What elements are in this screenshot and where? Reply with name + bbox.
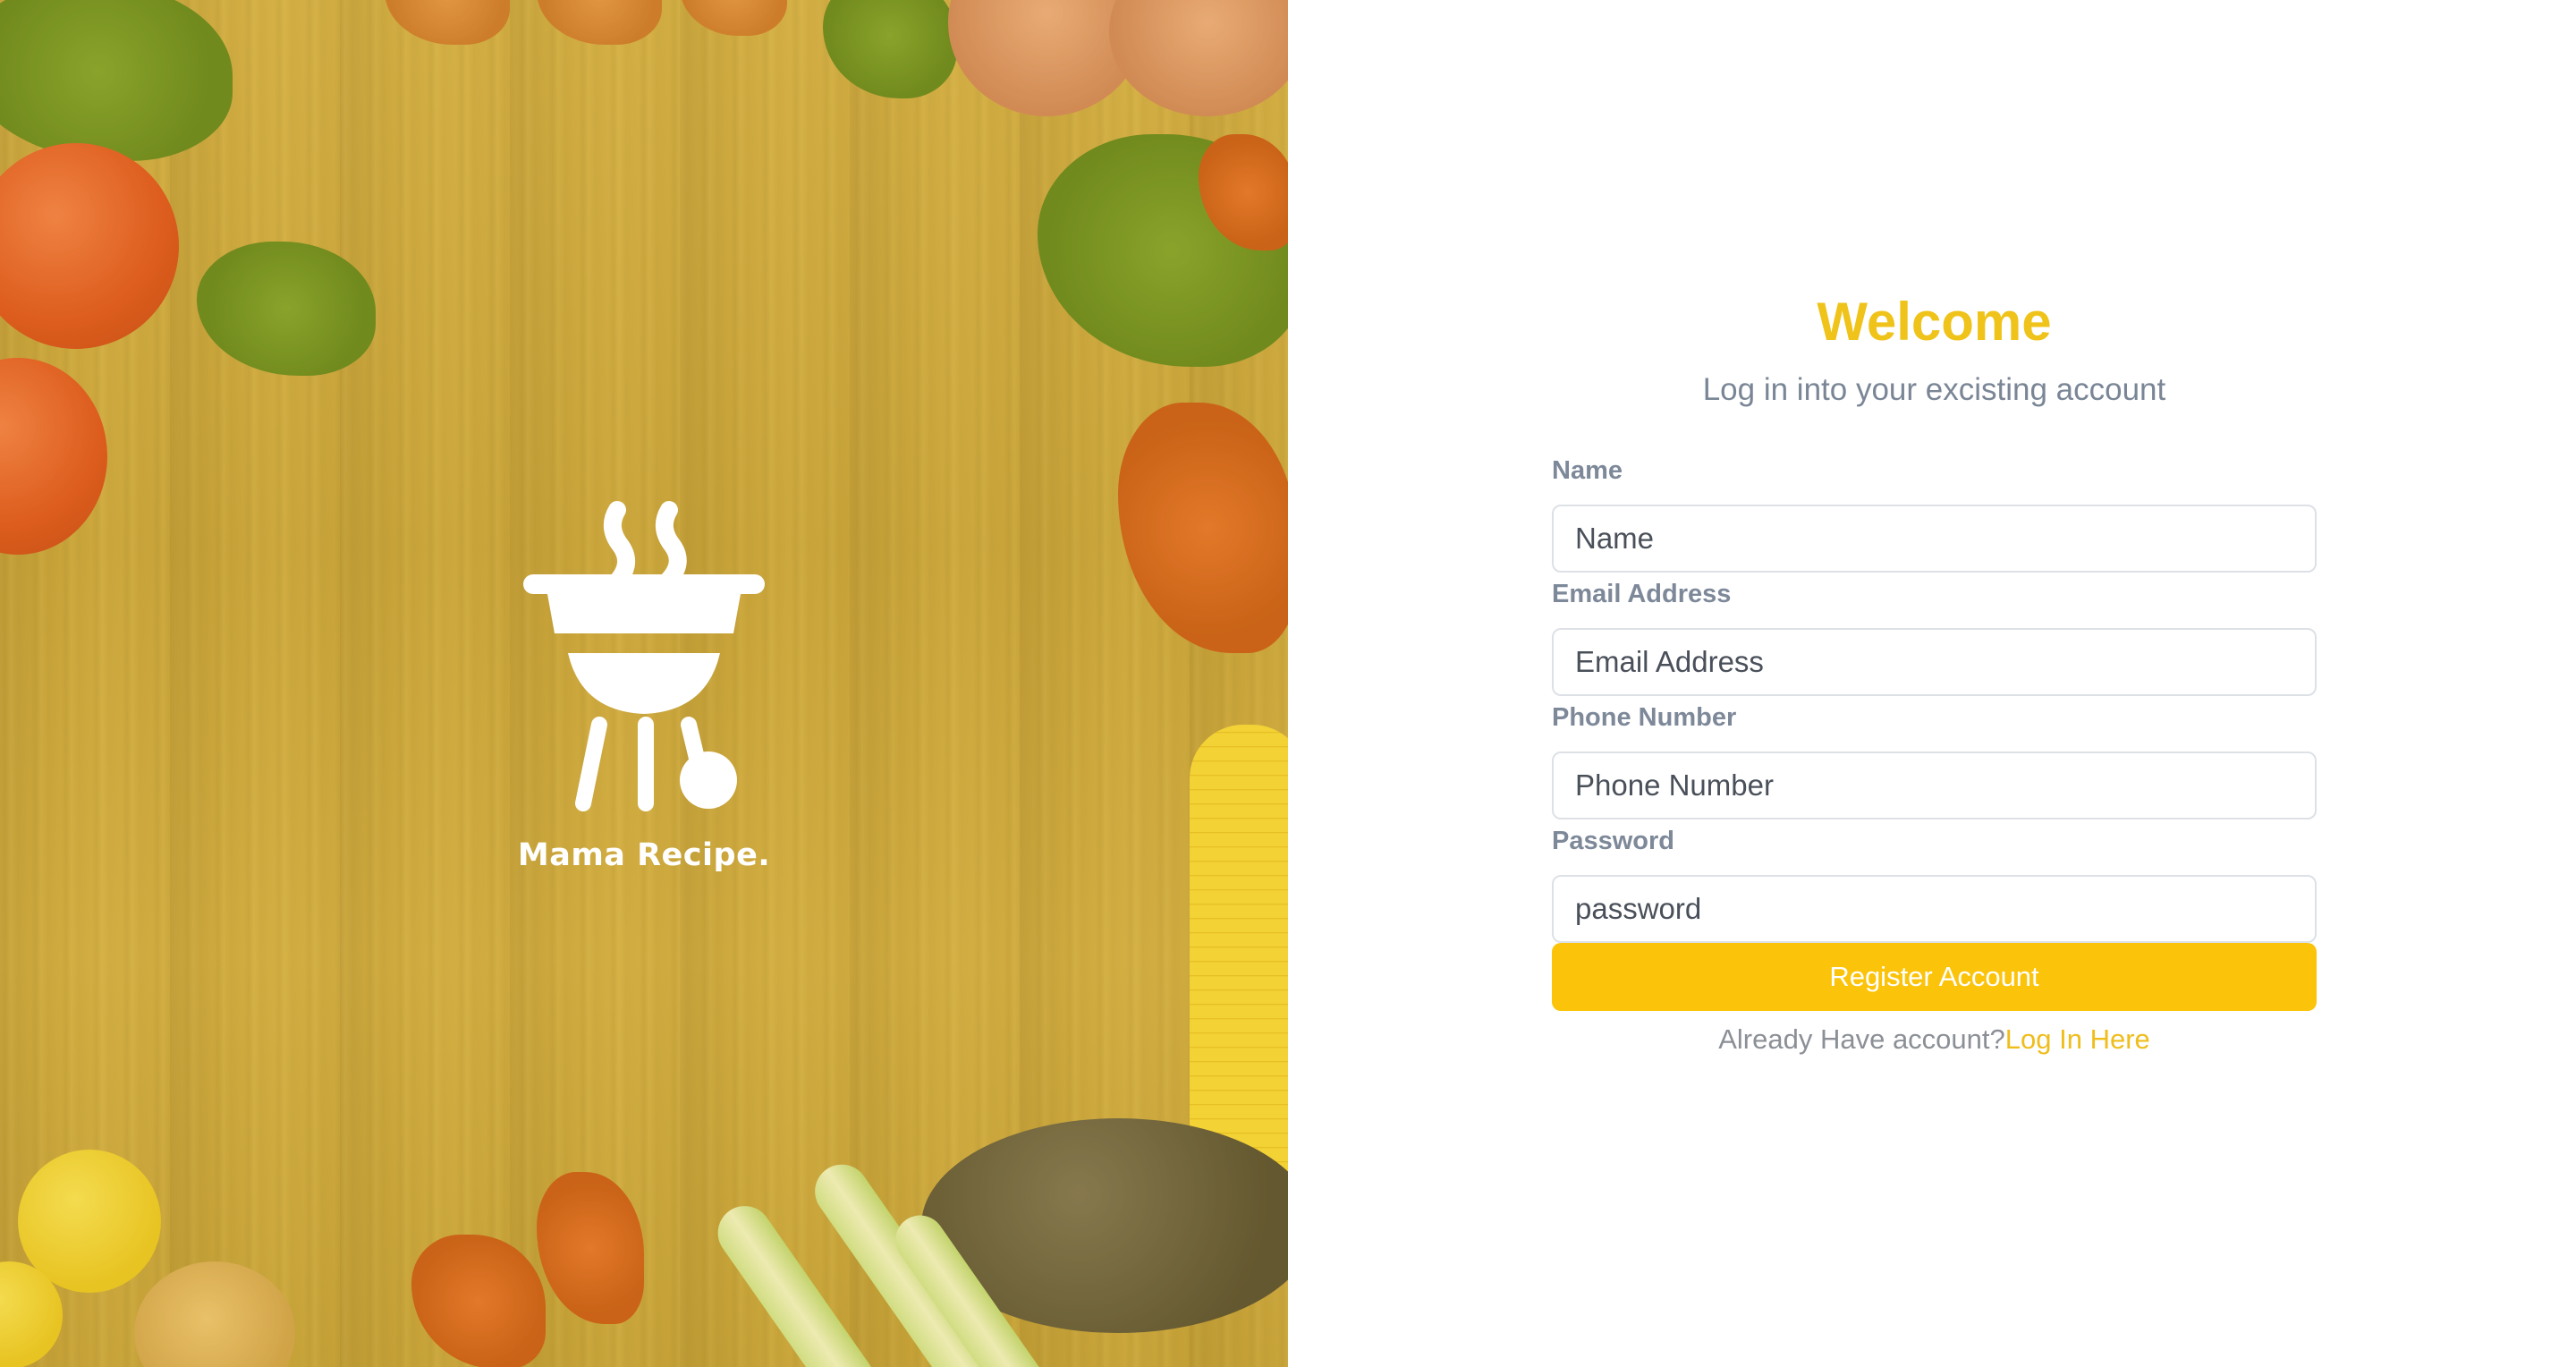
- brand-name: Mama Recipe.: [517, 837, 771, 873]
- email-input[interactable]: [1552, 628, 2317, 696]
- hero-panel: Mama Recipe.: [0, 0, 1288, 1367]
- register-page: Mama Recipe. Welcome Log in into your ex…: [0, 0, 2576, 1367]
- login-prompt: Already Have account?Log In Here: [1552, 1020, 2317, 1059]
- brand-logo: Mama Recipe.: [501, 483, 787, 873]
- password-input[interactable]: [1552, 875, 2317, 943]
- email-label: Email Address: [1552, 580, 1732, 608]
- register-account-button[interactable]: Register Account: [1552, 943, 2317, 1011]
- form-panel: Welcome Log in into your excisting accou…: [1288, 0, 2576, 1367]
- phone-input[interactable]: [1552, 751, 2317, 819]
- login-link[interactable]: Log In Here: [2005, 1023, 2150, 1055]
- login-prompt-text: Already Have account?: [1718, 1023, 2005, 1055]
- phone-label: Phone Number: [1552, 703, 1737, 732]
- name-input[interactable]: [1552, 505, 2317, 573]
- register-form: Welcome Log in into your excisting accou…: [1552, 286, 2317, 1059]
- grill-icon: [523, 501, 765, 811]
- page-subtitle: Log in into your excisting account: [1702, 372, 2166, 407]
- page-title: Welcome: [1817, 292, 2052, 352]
- name-label: Name: [1552, 456, 1623, 485]
- password-label: Password: [1552, 827, 1674, 855]
